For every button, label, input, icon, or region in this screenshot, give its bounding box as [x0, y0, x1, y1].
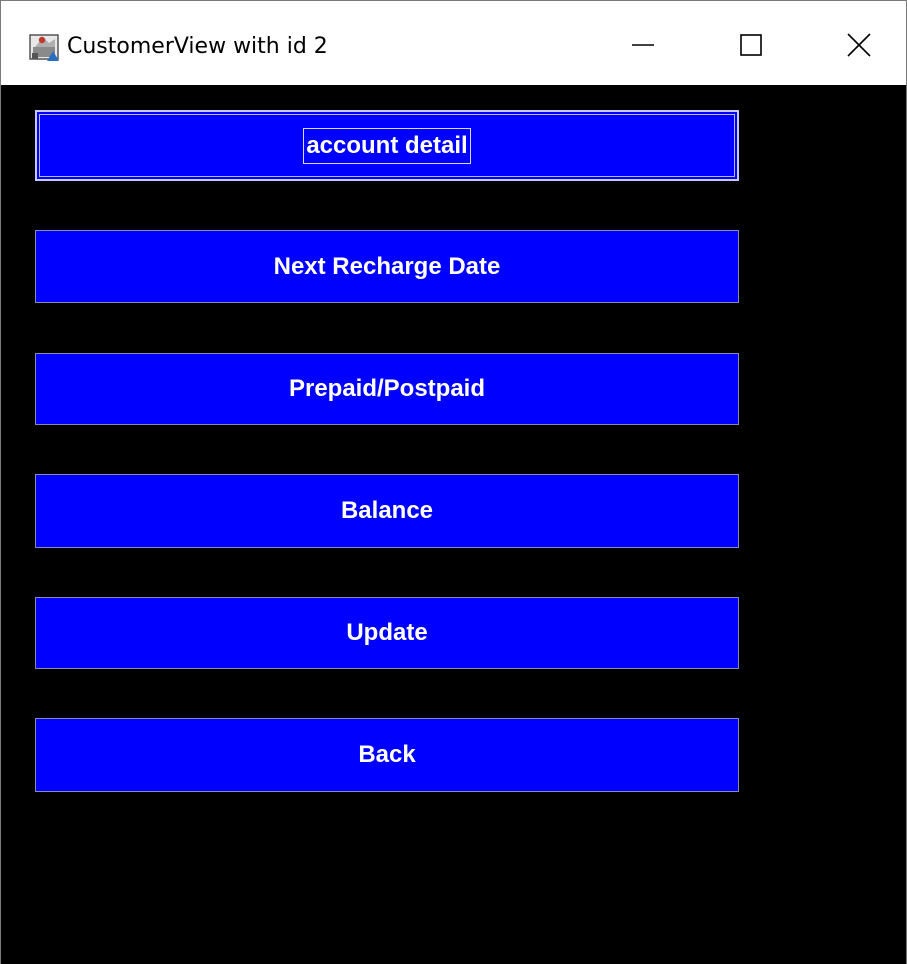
maximize-icon — [740, 33, 762, 61]
content-panel: account detail Next Recharge Date Prepai… — [1, 85, 906, 964]
prepaid-postpaid-button[interactable]: Prepaid/Postpaid — [35, 353, 739, 425]
prepaid-postpaid-label: Prepaid/Postpaid — [288, 375, 486, 402]
title-bar[interactable]: CustomerView with id 2 — [1, 1, 906, 85]
maximize-button[interactable] — [721, 19, 781, 75]
close-button[interactable] — [829, 19, 889, 75]
balance-button[interactable]: Balance — [35, 474, 739, 548]
update-label: Update — [346, 619, 428, 646]
account-detail-button[interactable]: account detail — [35, 110, 739, 181]
account-detail-label: account detail — [303, 127, 471, 164]
minimize-icon — [632, 34, 654, 61]
back-button[interactable]: Back — [35, 718, 739, 792]
balance-label: Balance — [340, 497, 434, 524]
next-recharge-date-label: Next Recharge Date — [273, 252, 501, 280]
window-title: CustomerView with id 2 — [67, 34, 328, 59]
close-icon — [847, 32, 871, 62]
java-app-icon — [29, 31, 61, 63]
next-recharge-date-button[interactable]: Next Recharge Date — [35, 230, 739, 303]
customer-view-window: CustomerView with id 2 account detail Ne… — [0, 0, 907, 964]
back-label: Back — [358, 741, 416, 768]
update-button[interactable]: Update — [35, 597, 739, 669]
minimize-button[interactable] — [613, 19, 673, 75]
